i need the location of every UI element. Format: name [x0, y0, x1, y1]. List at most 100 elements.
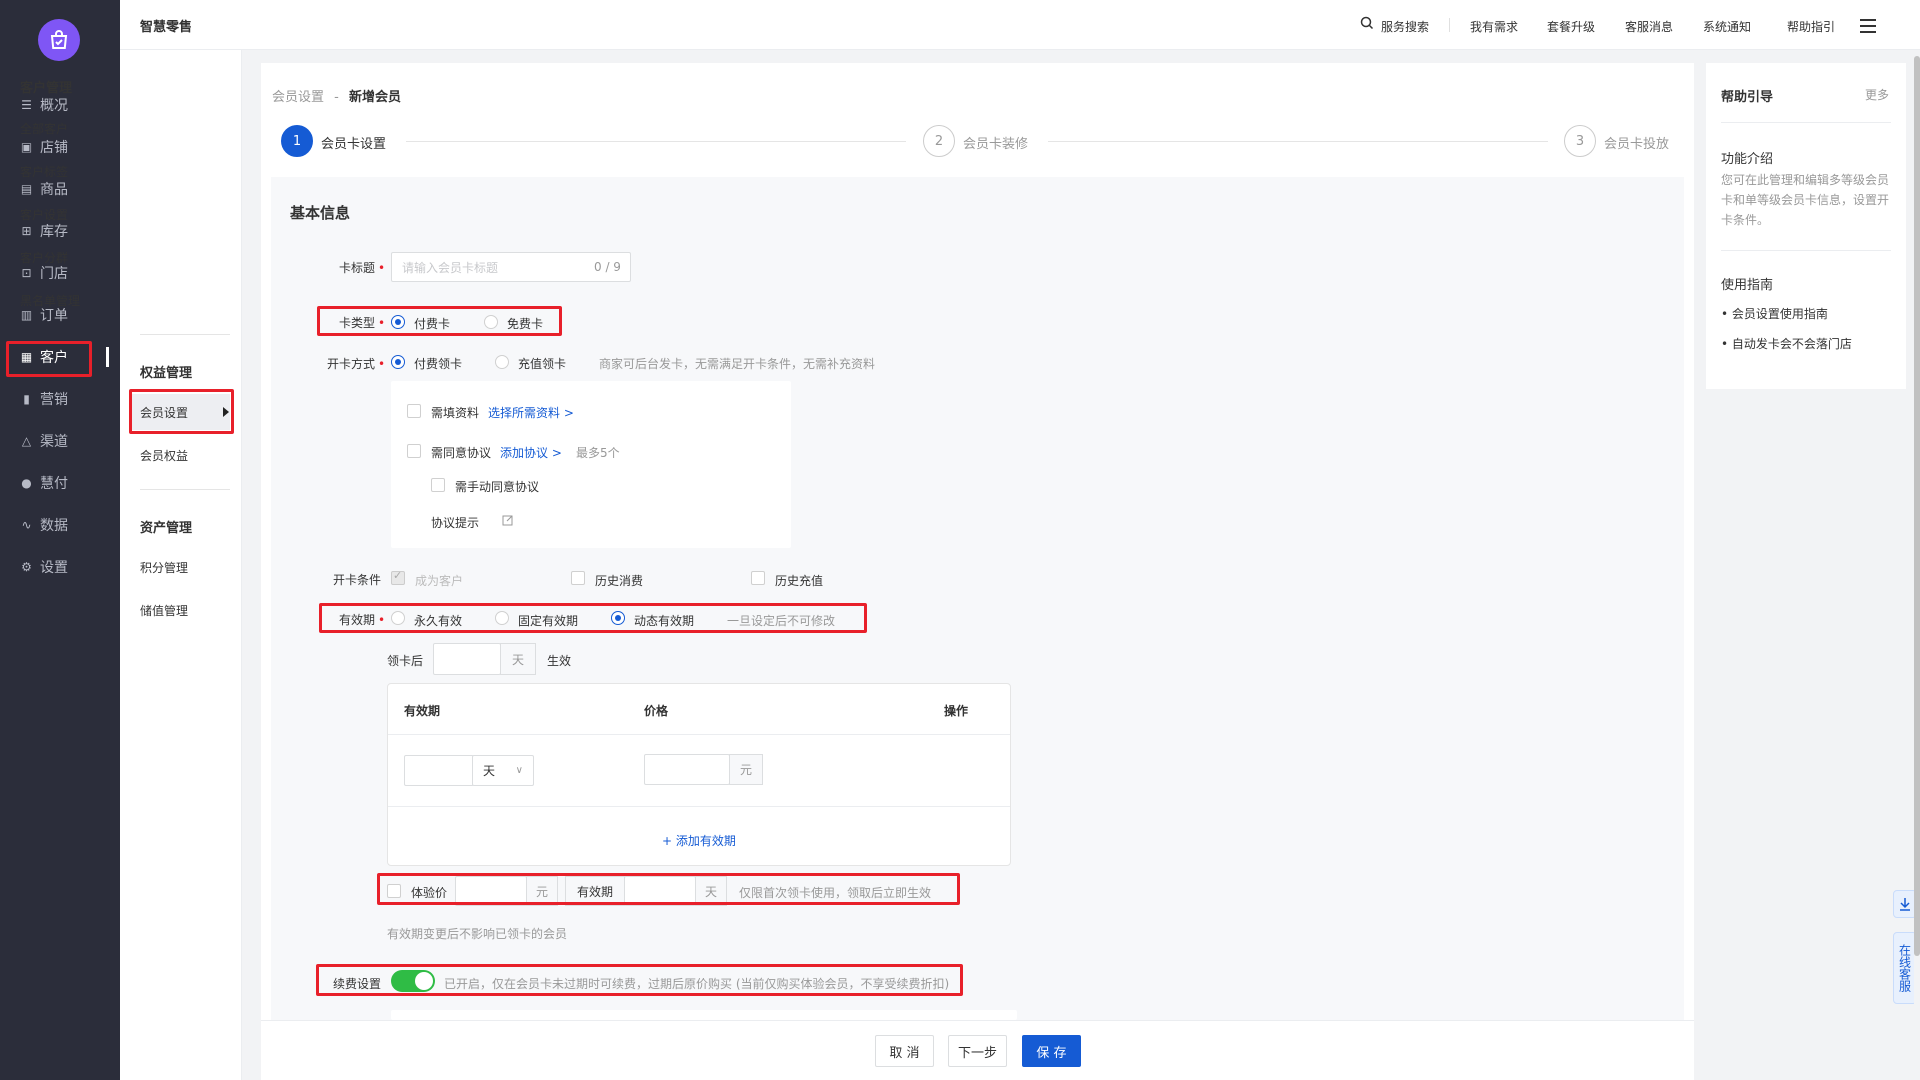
nav2-item-stored-value[interactable]: 储值管理 [140, 602, 188, 619]
step-connector [406, 141, 906, 142]
need-info-checkbox[interactable] [407, 404, 421, 418]
edit-icon[interactable] [502, 514, 514, 529]
step-connector [1048, 141, 1548, 142]
section-title: 基本信息 [290, 204, 351, 222]
nav2-divider [140, 489, 230, 490]
service-message-link[interactable]: 客服消息 [1625, 18, 1673, 35]
nav2-item-customer-settings[interactable]: 客户设置 [20, 206, 68, 223]
nav2-item-customer-groups[interactable]: 客户分群 [20, 249, 68, 266]
nav2-item-customer-tags[interactable]: 客户标签 [20, 163, 68, 180]
condition-history-recharge-label[interactable]: 历史充值 [775, 572, 823, 589]
condition-history-spend-label[interactable]: 历史消费 [595, 572, 643, 589]
manual-agree-label: 需手动同意协议 [455, 480, 540, 494]
add-agreement-link[interactable]: 添加协议 > [500, 444, 562, 461]
validity-change-note: 有效期变更后不影响已领卡的会员 [387, 927, 568, 941]
secondary-nav [120, 0, 242, 1080]
after-claim-prefix: 领卡后 [387, 654, 424, 668]
open-method-paid-label[interactable]: 付费领卡 [414, 355, 462, 372]
system-notice-link[interactable]: 系统通知 [1703, 18, 1751, 35]
help-guide-link[interactable]: 帮助指引 [1787, 18, 1835, 35]
table-row-divider [388, 806, 1010, 807]
condition-history-recharge-checkbox[interactable] [751, 571, 765, 585]
period-unit-select[interactable]: 天 ∨ [472, 755, 534, 786]
goods-icon: ▤ [20, 182, 33, 196]
period-value-input[interactable] [404, 755, 474, 786]
after-claim-suffix: 生效 [547, 654, 572, 668]
help-intro-title: 功能介绍 [1721, 152, 1774, 167]
nav2-item-member-rights[interactable]: 会员权益 [140, 447, 188, 464]
nav2-divider [140, 334, 230, 335]
inventory-icon: ⊞ [21, 224, 32, 238]
step-2-label: 会员卡装修 [963, 137, 1029, 152]
nav-item-settings[interactable]: ⚙ 设置 [0, 550, 120, 584]
open-method-recharge-label[interactable]: 充值领卡 [518, 355, 566, 372]
condition-become-customer-label: 成为客户 [415, 574, 464, 588]
my-needs-link[interactable]: 我有需求 [1470, 18, 1518, 35]
table-header-divider [388, 734, 1010, 735]
nav2-group-assets: 资产管理 [140, 521, 193, 536]
highlight-box-trial [377, 873, 960, 905]
list-icon: ☰ [21, 98, 32, 112]
select-info-link[interactable]: 选择所需资料 > [488, 404, 574, 421]
table-header-action: 操作 [944, 704, 969, 718]
pay-icon: ● [21, 476, 32, 490]
save-button[interactable]: 保 存 [1022, 1035, 1081, 1067]
highlight-box-member-settings [129, 389, 234, 434]
channel-icon: △ [21, 434, 32, 448]
highlight-box-validity [319, 603, 867, 633]
breadcrumb: 会员设置 - 新增会员 [272, 90, 402, 105]
search-icon[interactable] [1360, 16, 1374, 33]
add-validity-link[interactable]: + 添加有效期 [662, 832, 736, 849]
highlight-box-renewal [316, 964, 963, 996]
open-method-recharge-radio[interactable] [495, 355, 509, 369]
nav-item-pay[interactable]: ● 慧付 [0, 466, 120, 500]
plan-upgrade-link[interactable]: 套餐升级 [1547, 18, 1595, 35]
next-step-button[interactable]: 下一步 [948, 1035, 1007, 1067]
price-input[interactable] [644, 754, 730, 785]
cancel-button[interactable]: 取 消 [875, 1035, 934, 1067]
step-3-circle: 3 [1564, 125, 1596, 157]
table-header-period: 有效期 [404, 704, 441, 718]
need-info-label: 需填资料 [431, 406, 480, 420]
menu-icon[interactable] [1860, 19, 1876, 37]
help-intro-text: 您可在此管理和编辑多等级会员卡和单等级会员卡信息，设置开卡条件。 [1721, 173, 1890, 227]
open-conditions-label: 开卡条件 [333, 573, 382, 587]
table-header-price: 价格 [644, 704, 669, 718]
help-more-link[interactable]: 更多 [1865, 86, 1889, 103]
open-method-paid-radio[interactable] [391, 355, 405, 369]
max-agreement-hint: 最多5个 [576, 446, 620, 460]
nav-item-data[interactable]: ∿ 数据 [0, 508, 120, 542]
help-link-auto-issue[interactable]: • 自动发卡会不会落门店 [1721, 335, 1852, 352]
card-title-counter: 0 / 9 [594, 260, 621, 274]
nav2-item-blacklist[interactable]: 黑名单管理 [20, 292, 80, 309]
help-guide-title: 使用指南 [1721, 278, 1774, 293]
service-search-link[interactable]: 服务搜索 [1381, 18, 1429, 35]
nav-item-marketing[interactable]: ▮ 营销 [0, 382, 120, 416]
manual-agree-checkbox[interactable] [431, 478, 445, 492]
help-divider [1721, 250, 1891, 251]
condition-history-spend-checkbox[interactable] [571, 571, 585, 585]
order-icon: ▥ [20, 308, 33, 322]
help-divider [1721, 122, 1891, 123]
store-front-icon: ⊡ [21, 266, 32, 280]
scrollbar-thumb[interactable] [1914, 56, 1920, 956]
nav2-item-all-customers[interactable]: 全部客户 [20, 120, 68, 137]
step-1-circle: 1 [281, 125, 313, 157]
nav2-item-points[interactable]: 积分管理 [140, 559, 188, 576]
highlight-box-customers [6, 341, 92, 377]
nav-item-channels[interactable]: △ 渠道 [0, 424, 120, 458]
need-agree-checkbox[interactable] [407, 444, 421, 458]
nav2-group-customers: 客户管理 [20, 81, 73, 96]
agreement-tip-label: 协议提示 [431, 516, 480, 530]
app-logo[interactable] [38, 19, 80, 61]
need-agree-label: 需同意协议 [431, 446, 492, 460]
renewal-options-panel [391, 1010, 1017, 1020]
gear-icon: ⚙ [21, 560, 32, 574]
line-chart-icon: ∿ [21, 518, 32, 532]
help-title: 帮助引导 [1721, 90, 1774, 105]
app-title: 智慧零售 [140, 20, 193, 35]
chevron-down-icon: ∨ [515, 765, 523, 776]
breadcrumb-parent[interactable]: 会员设置 [272, 90, 324, 105]
after-claim-days-input[interactable] [433, 643, 501, 675]
help-link-member-guide[interactable]: • 会员设置使用指南 [1721, 305, 1828, 322]
